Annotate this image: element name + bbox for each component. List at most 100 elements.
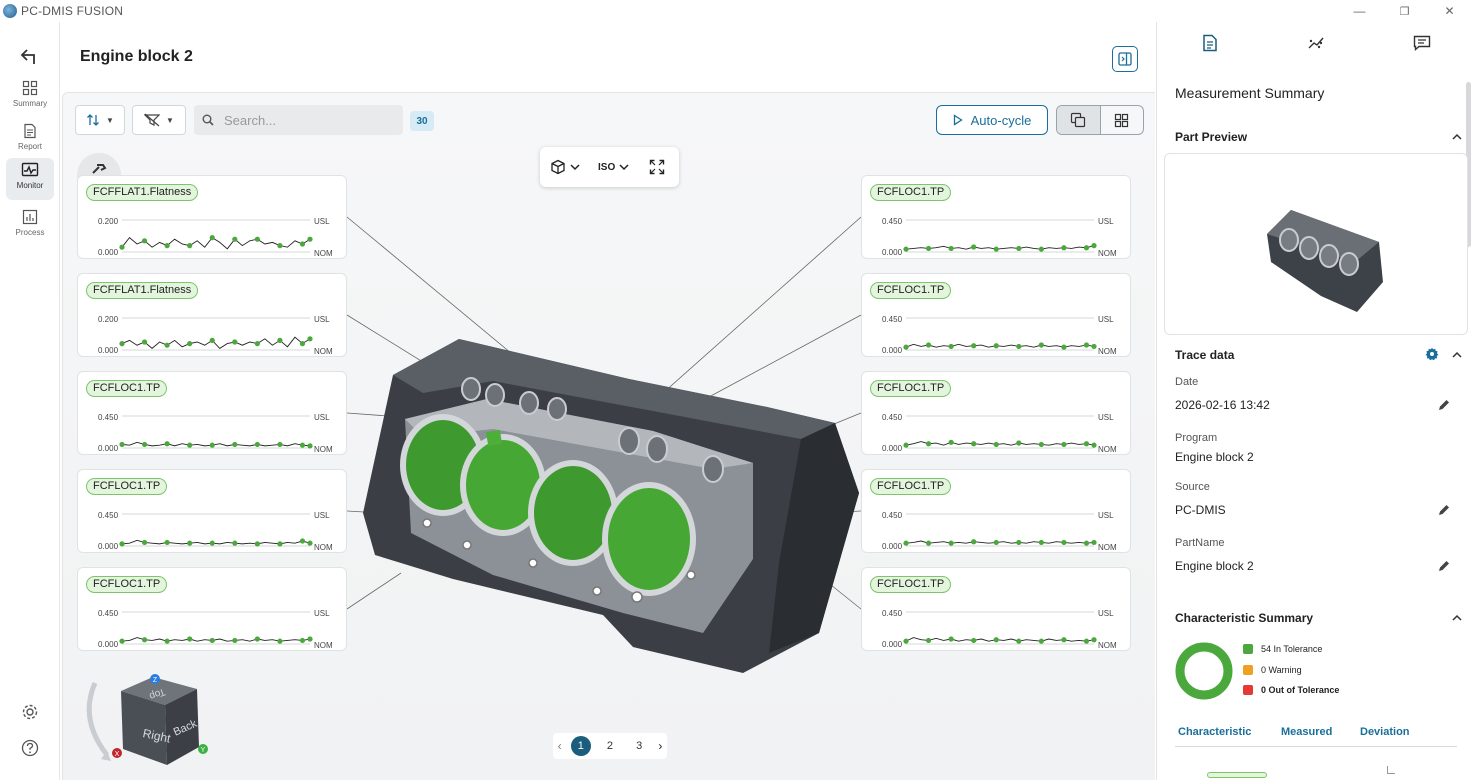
nav-item-report[interactable]: Report: [6, 119, 54, 161]
sort-button[interactable]: ▼: [75, 105, 125, 135]
characteristic-tag[interactable]: FCFLOC1.TP: [870, 282, 952, 299]
chevron-up-icon[interactable]: [1451, 349, 1463, 361]
chart-card[interactable]: FCFLOC1.TP 0.450 0.000 USL NOM: [861, 469, 1131, 553]
prev-page-icon[interactable]: ‹: [558, 739, 562, 753]
data-point: [1091, 243, 1097, 249]
data-point: [141, 339, 148, 345]
data-point: [209, 540, 215, 546]
edit-icon[interactable]: [1437, 559, 1451, 573]
usl-value: 0.450: [882, 413, 903, 422]
characteristic-tag[interactable]: FCFLOC1.TP: [870, 478, 952, 495]
chart-card[interactable]: FCFLOC1.TP 0.450 0.000 USL NOM: [77, 469, 347, 553]
field-value-source: PC-DMIS: [1175, 503, 1226, 517]
panel-toggle-button[interactable]: [1112, 46, 1138, 72]
overlay-view-button[interactable]: [1057, 106, 1101, 134]
panel-title: Measurement Summary: [1175, 85, 1325, 101]
nom-value: 0.000: [98, 542, 119, 551]
page-2-button[interactable]: 2: [600, 736, 620, 756]
edit-icon[interactable]: [1437, 398, 1451, 412]
out-of-tolerance-swatch: [1243, 685, 1253, 695]
chart-card[interactable]: FCFFLAT1.Flatness 0.200 0.000 USL NOM: [77, 175, 347, 259]
gear-icon[interactable]: [1425, 347, 1439, 361]
nav-item-summary[interactable]: Summary: [6, 76, 54, 118]
usl-value: 0.200: [98, 217, 119, 226]
document-icon: [24, 123, 36, 139]
chart-card[interactable]: FCFLOC1.TP 0.450 0.000 USL NOM: [861, 567, 1131, 651]
data-point: [993, 539, 999, 546]
chart-card[interactable]: FCFLOC1.TP 0.450 0.000 USL NOM: [77, 567, 347, 651]
page-1-button[interactable]: 1: [570, 736, 591, 756]
characteristic-tag[interactable]: FCFLOC1.TP: [870, 576, 952, 593]
data-point: [993, 343, 999, 349]
search-box: [194, 105, 403, 135]
chevron-up-icon[interactable]: [1451, 131, 1463, 143]
data-point: [277, 638, 283, 644]
characteristic-tag[interactable]: FCFFLAT1.Flatness: [86, 184, 199, 201]
data-point: [119, 341, 125, 347]
data-point: [948, 343, 954, 350]
table-row-tag[interactable]: [1207, 772, 1267, 778]
tab-analysis[interactable]: [1304, 32, 1328, 54]
next-page-icon[interactable]: ›: [658, 739, 662, 753]
data-point: [971, 441, 977, 447]
data-point: [925, 342, 932, 348]
data-point: [232, 339, 238, 345]
column-header-characteristic[interactable]: Characteristic: [1178, 726, 1251, 738]
chart-card[interactable]: FCFLOC1.TP 0.450 0.000 USL NOM: [861, 371, 1131, 455]
help-icon[interactable]: [20, 738, 40, 758]
back-arrow-icon[interactable]: [18, 46, 42, 66]
minimize-button[interactable]: —: [1337, 0, 1382, 22]
data-point: [232, 540, 238, 546]
data-point: [925, 441, 932, 447]
chart-card[interactable]: FCFLOC1.TP 0.450 0.000 USL NOM: [861, 273, 1131, 357]
nom-value: 0.000: [98, 444, 119, 453]
grid-icon: [1115, 113, 1129, 127]
filter-button[interactable]: ▼: [132, 105, 186, 135]
search-input[interactable]: [224, 112, 384, 128]
view-mode-dropdown[interactable]: ISO: [598, 162, 629, 173]
edit-icon[interactable]: [1437, 503, 1451, 517]
characteristic-tag[interactable]: FCFLOC1.TP: [870, 380, 952, 397]
data-point: [1016, 539, 1022, 546]
data-point: [925, 540, 932, 546]
grid-view-button[interactable]: [1101, 106, 1144, 134]
page-3-button[interactable]: 3: [629, 736, 649, 756]
data-point: [209, 637, 215, 644]
characteristic-tag[interactable]: FCFLOC1.TP: [86, 478, 168, 495]
fullscreen-icon[interactable]: [649, 159, 665, 175]
3d-viewport[interactable]: ▼ ▼ 30 Auto-cycle: [63, 93, 1155, 780]
data-point: [1038, 441, 1044, 448]
usl-label: USL: [314, 609, 330, 618]
nom-label: NOM: [314, 543, 333, 552]
monitor-icon: [21, 162, 39, 177]
close-button[interactable]: ✕: [1427, 0, 1472, 22]
data-point: [1083, 540, 1090, 546]
tab-comments[interactable]: [1410, 32, 1434, 54]
column-header-measured[interactable]: Measured: [1281, 726, 1332, 738]
view-cube-dropdown[interactable]: [550, 159, 580, 175]
chart-card[interactable]: FCFLOC1.TP 0.450 0.000 USL NOM: [861, 175, 1131, 259]
nav-item-process[interactable]: Process: [6, 205, 54, 247]
nom-label: NOM: [1098, 543, 1117, 552]
pagination: ‹ 1 2 3 ›: [553, 733, 667, 759]
main-area: Engine block 2 ▼ ▼ Search... 30 Auto-cyc…: [62, 22, 1155, 780]
column-header-deviation[interactable]: Deviation: [1360, 726, 1410, 738]
characteristic-tag[interactable]: FCFFLAT1.Flatness: [86, 282, 199, 299]
characteristic-tag[interactable]: FCFLOC1.TP: [86, 380, 168, 397]
settings-icon[interactable]: [20, 702, 40, 722]
process-chart-icon: [22, 209, 38, 225]
legend-out-of-tolerance: 0 Out of Tolerance: [1243, 685, 1339, 695]
chevron-down-icon: [570, 164, 580, 171]
auto-cycle-button[interactable]: Auto-cycle: [936, 105, 1048, 135]
chevron-up-icon[interactable]: [1451, 612, 1463, 624]
chart-card[interactable]: FCFLOC1.TP 0.450 0.000 USL NOM: [77, 371, 347, 455]
navigation-cube[interactable]: Top Right Back Z X Y: [77, 649, 217, 769]
nav-item-monitor[interactable]: Monitor: [6, 158, 54, 200]
chart-card[interactable]: FCFFLAT1.Flatness 0.200 0.000 USL NOM: [77, 273, 347, 357]
nav-label: Monitor: [16, 181, 44, 190]
restore-button[interactable]: ❐: [1382, 0, 1427, 22]
characteristic-tag[interactable]: FCFLOC1.TP: [870, 184, 952, 201]
tab-summary[interactable]: [1198, 32, 1222, 54]
characteristic-tag[interactable]: FCFLOC1.TP: [86, 576, 168, 593]
nom-label: NOM: [314, 347, 333, 356]
